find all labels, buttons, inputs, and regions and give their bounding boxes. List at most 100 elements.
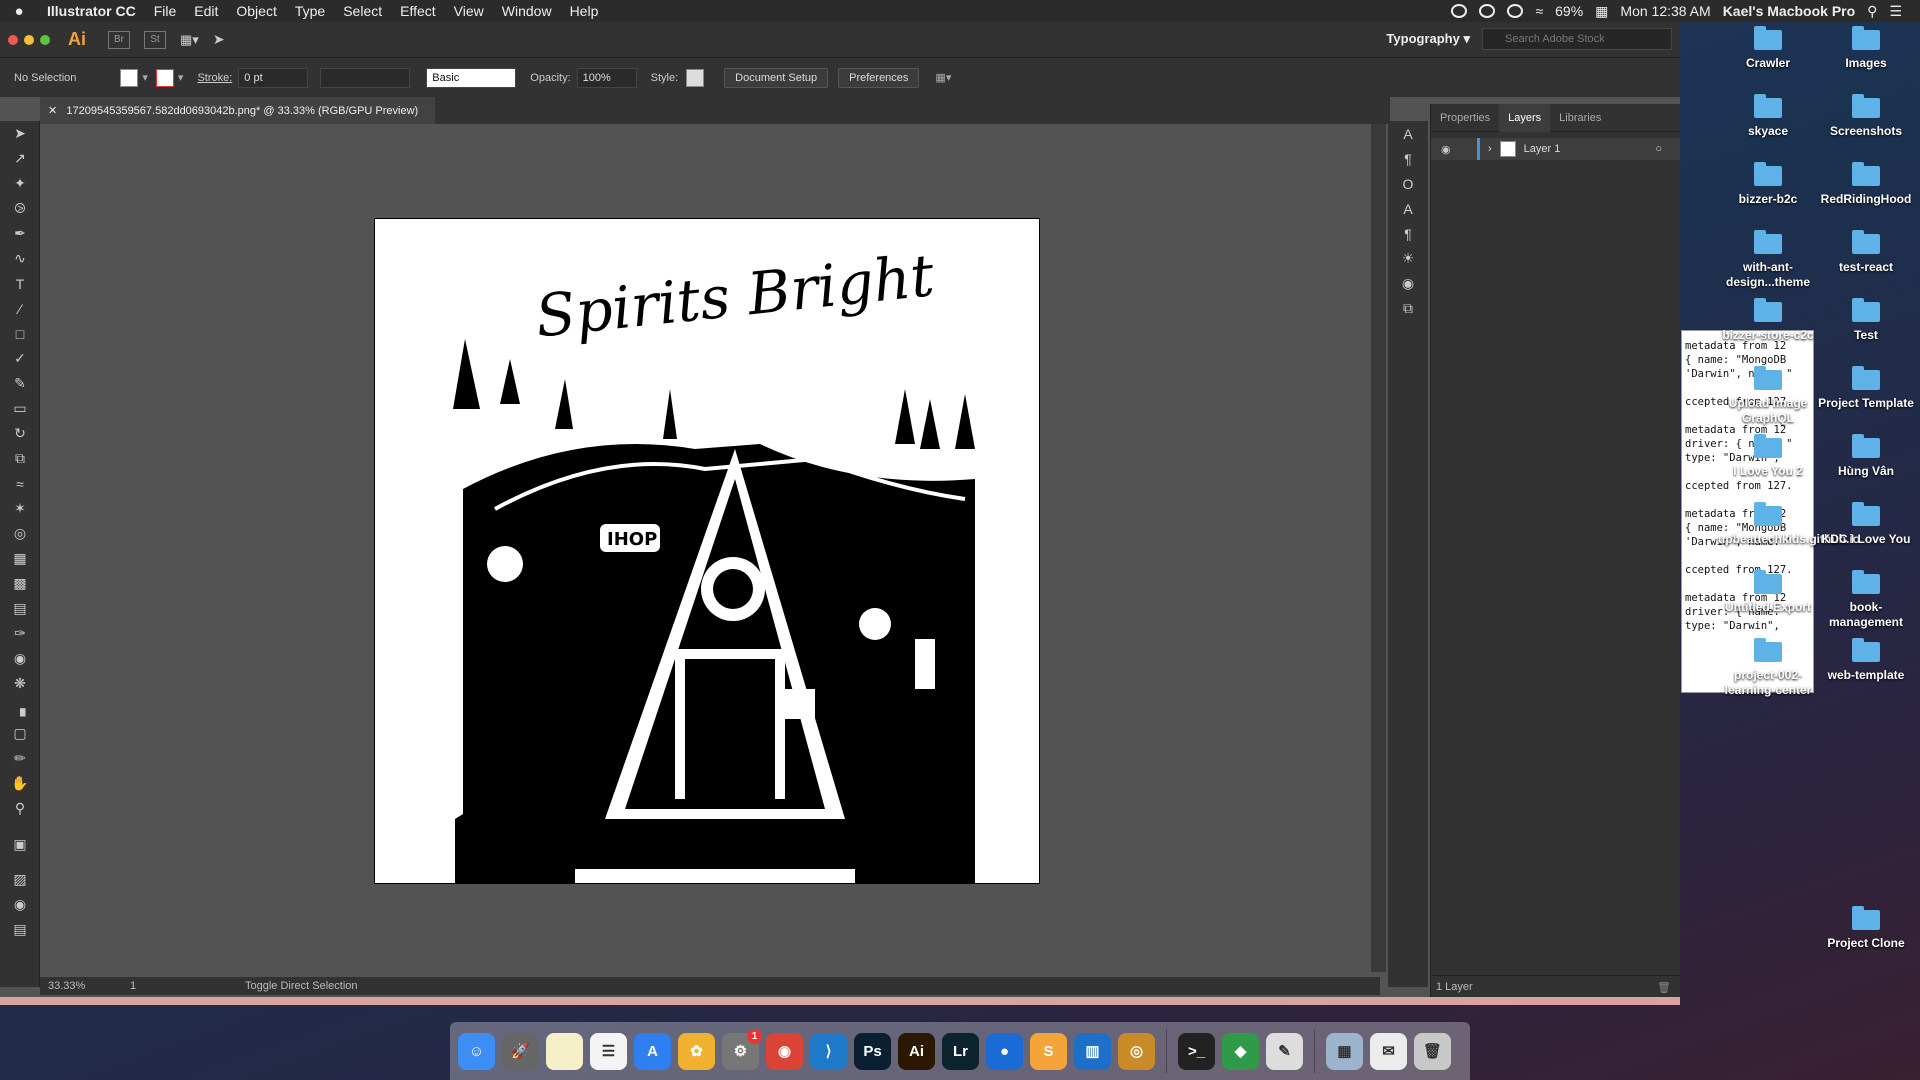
fill-swatch[interactable] [120, 68, 139, 87]
align-options-icon[interactable]: ▦▾ [935, 71, 951, 84]
document-setup-button[interactable]: Document Setup [724, 67, 829, 88]
close-window-button[interactable] [8, 34, 18, 45]
rotate-tool-icon[interactable]: ↻ [0, 421, 40, 446]
tab-layers[interactable]: Layers [1499, 103, 1551, 132]
document-tab[interactable]: ✕ 17209545359567.582dd0693042b.png* @ 33… [40, 97, 435, 124]
brush-definition-select[interactable]: Basic [426, 67, 517, 88]
layer-row[interactable]: ◉ › Layer 1 ○ [1431, 138, 1680, 160]
column-graph-tool-icon[interactable]: ▗ [0, 696, 40, 721]
desktop-folder[interactable]: Screenshots [1816, 94, 1916, 139]
tab-properties[interactable]: Properties [1431, 104, 1499, 132]
sketch-icon[interactable]: S [1030, 1032, 1067, 1070]
stroke-dropdown-icon[interactable]: ▾ [178, 71, 184, 84]
gradient-tool-icon[interactable]: ▤ [0, 596, 40, 621]
warp-tool-icon[interactable]: ≈ [0, 471, 40, 496]
workspace-switcher[interactable]: Typography ▾ [1386, 31, 1470, 47]
desktop-folder[interactable]: I Love You 2 [1718, 434, 1818, 479]
zoom-tool-icon[interactable]: ⚲ [0, 796, 40, 821]
search-stock-input[interactable]: Search Adobe Stock [1482, 28, 1672, 50]
zoom-window-button[interactable] [40, 34, 50, 45]
desktop-folder[interactable]: web-template [1816, 638, 1916, 683]
stock-button[interactable]: St [144, 30, 166, 49]
apple-icon[interactable]: ● [0, 3, 38, 20]
creative-cloud-icon[interactable] [1451, 4, 1468, 18]
desktop-folder[interactable]: Upload Image GraphQL [1718, 366, 1818, 426]
vscode-icon[interactable]: ⟩ [810, 1032, 847, 1070]
notes-icon[interactable] [546, 1032, 583, 1070]
layer-name[interactable]: Layer 1 [1524, 143, 1561, 155]
selection-tool-icon[interactable]: ➤ [0, 121, 40, 146]
menu-edit[interactable]: Edit [185, 3, 227, 19]
overwatch-icon[interactable]: ◎ [1118, 1032, 1155, 1070]
photos-icon[interactable]: ✿ [678, 1032, 715, 1070]
paragraph-styles-icon[interactable]: ¶ [1388, 221, 1428, 246]
fill-stroke-icon[interactable]: ▣ [0, 821, 40, 867]
input-source-icon[interactable]: ▦ [1595, 3, 1608, 20]
app-store-icon[interactable]: A [634, 1032, 671, 1070]
preferences-button[interactable]: Preferences [838, 67, 920, 88]
scale-tool-icon[interactable]: ⧉ [0, 446, 40, 471]
desktop-folder[interactable]: project-002-learning-center [1718, 638, 1818, 698]
opentype-panel-icon[interactable]: O [1388, 171, 1428, 196]
sourcetree-icon[interactable]: ◆ [1222, 1032, 1259, 1070]
fill-dropdown-icon[interactable]: ▾ [142, 71, 148, 84]
blend-tool-icon[interactable]: ◉ [0, 646, 40, 671]
desktop-folder[interactable]: with-ant-design...theme [1718, 230, 1818, 290]
tab-libraries[interactable]: Libraries [1550, 104, 1610, 132]
preview-icon[interactable]: ▦ [1326, 1032, 1363, 1070]
delete-layer-icon[interactable]: 🗑 [1657, 981, 1671, 994]
hand-tool-icon[interactable]: ✋ [0, 771, 40, 796]
notification-center-icon[interactable]: ☰ [1889, 3, 1902, 20]
battery-percent[interactable]: 69% [1555, 3, 1583, 19]
menu-window[interactable]: Window [493, 3, 561, 19]
desktop-folder[interactable]: KDC I Love You [1816, 502, 1916, 547]
menu-select[interactable]: Select [334, 3, 391, 19]
bridge-button[interactable]: Br [108, 30, 130, 49]
menu-object[interactable]: Object [227, 3, 285, 19]
curvature-tool-icon[interactable]: ∿ [0, 246, 40, 271]
paintbrush-tool-icon[interactable]: ✓ [0, 346, 40, 371]
screen-mode-icon[interactable]: ▤ [0, 917, 40, 942]
system-preferences-icon[interactable]: ⚙ 1 [722, 1028, 762, 1070]
brightness-icon[interactable] [1507, 4, 1524, 18]
rectangle-tool-icon[interactable]: □ [0, 321, 40, 346]
pen-tool-icon[interactable]: ✒ [0, 221, 40, 246]
status-tool[interactable]: Toggle Direct Selection [245, 980, 358, 992]
glyphs-panel-icon[interactable]: ☀ [1388, 246, 1428, 271]
direct-selection-tool-icon[interactable]: ↗ [0, 146, 40, 171]
menu-view[interactable]: View [445, 3, 493, 19]
stroke-swatch[interactable] [155, 68, 174, 87]
desktop-folder[interactable]: bizzer-b2c [1718, 162, 1818, 207]
desktop-folder[interactable]: RedRidingHood [1816, 162, 1916, 207]
character-panel-icon[interactable]: A [1388, 121, 1428, 146]
artboards-panel-icon[interactable]: ⧉ [1388, 296, 1428, 321]
launchpad-icon[interactable]: 🚀 [502, 1032, 539, 1070]
shaper-tool-icon[interactable]: ✎ [0, 371, 40, 396]
perspective-grid-tool-icon[interactable]: ▦ [0, 546, 40, 571]
line-tool-icon[interactable]: ∕ [0, 296, 40, 321]
slice-tool-icon[interactable]: ✏ [0, 746, 40, 771]
artboard-tool-icon[interactable]: ▢ [0, 721, 40, 746]
script-editor-icon[interactable]: ✎ [1266, 1032, 1303, 1070]
photoshop-icon[interactable]: Ps [854, 1032, 891, 1070]
sync-icon[interactable] [1479, 4, 1496, 18]
desktop-folder[interactable]: Crawler [1718, 26, 1818, 71]
desktop-folder[interactable]: upbeattechkids.github.io [1718, 502, 1860, 547]
graphic-style-swatch[interactable] [686, 68, 705, 87]
finder-icon[interactable]: ☺ [458, 1032, 495, 1070]
desktop-folder[interactable]: Test [1816, 298, 1916, 343]
zoom-level[interactable]: 33.33% [48, 980, 85, 992]
stroke-weight-input[interactable]: 0 pt [238, 67, 309, 88]
paragraph-panel-icon[interactable]: ¶ [1388, 146, 1428, 171]
layer-target-icon[interactable]: ○ [1655, 143, 1662, 155]
menu-file[interactable]: File [145, 3, 186, 19]
puppet-warp-tool-icon[interactable]: ✶ [0, 496, 40, 521]
eraser-tool-icon[interactable]: ▭ [0, 396, 40, 421]
minimize-window-button[interactable] [24, 34, 34, 45]
lasso-tool-icon[interactable]: ⧁ [0, 196, 40, 221]
magic-wand-tool-icon[interactable]: ✦ [0, 171, 40, 196]
close-tab-icon[interactable]: ✕ [48, 105, 57, 117]
wifi-icon[interactable]: ≈ [1535, 3, 1543, 19]
maps-icon[interactable]: ● [986, 1032, 1023, 1070]
gpu-performance-icon[interactable]: ➤ [213, 31, 225, 48]
